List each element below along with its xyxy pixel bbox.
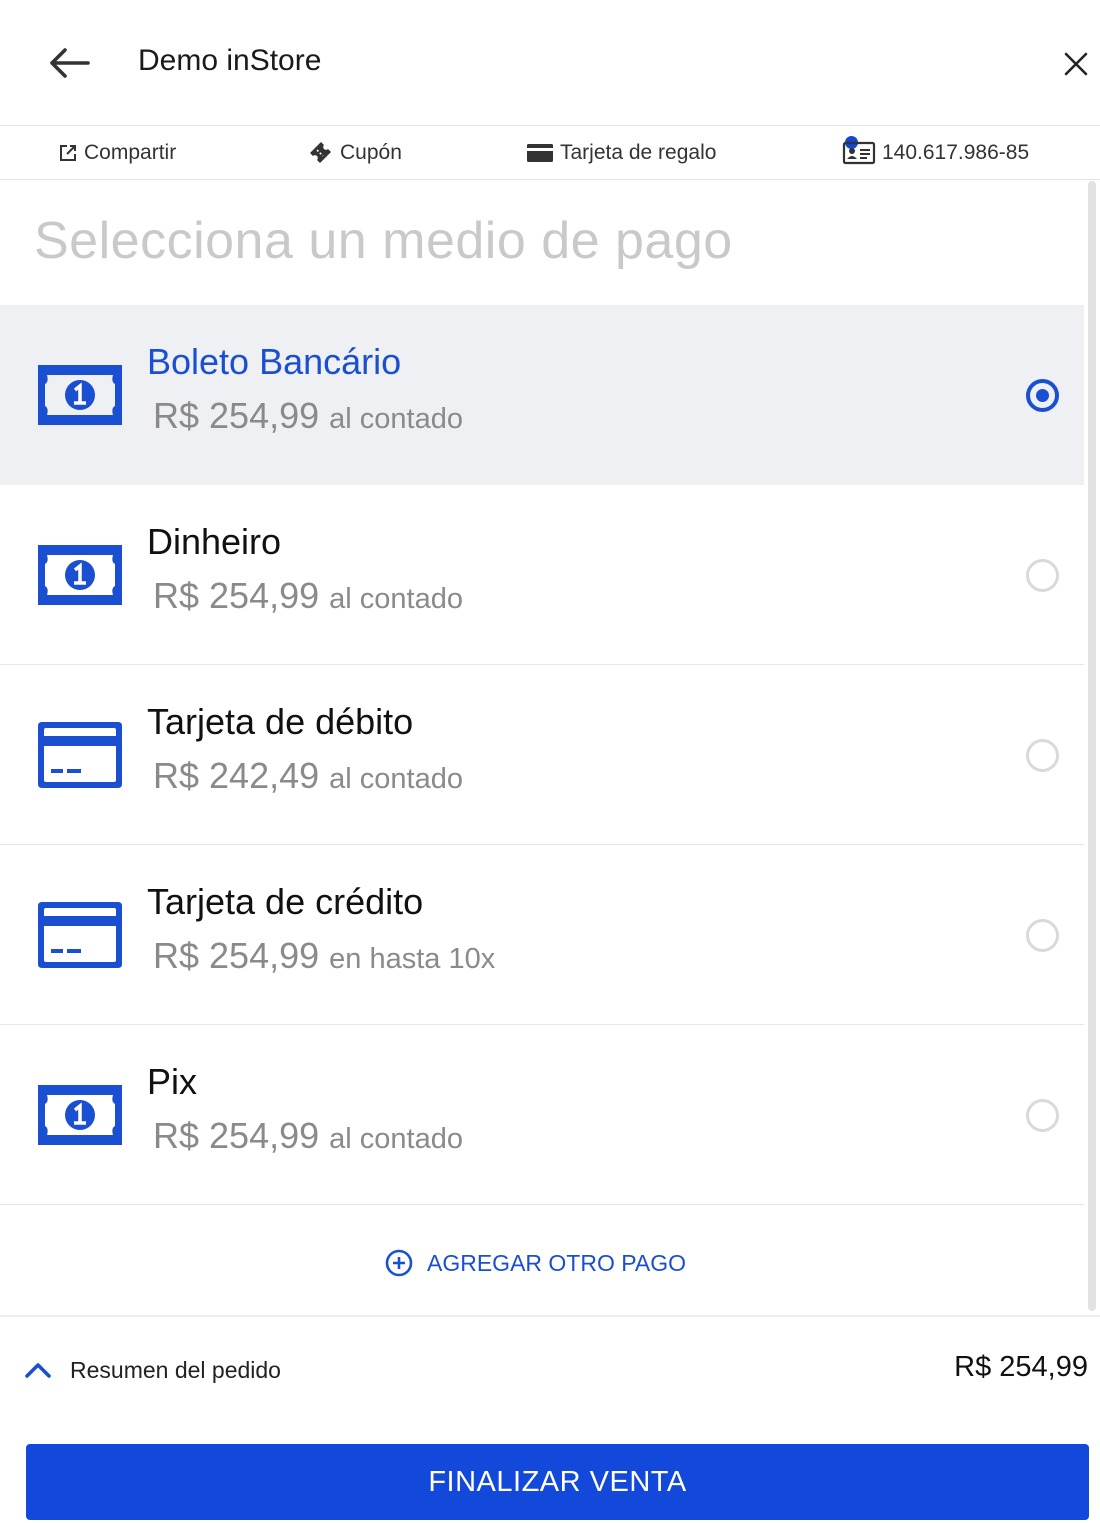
back-button[interactable] [44,40,94,86]
radio-unselected[interactable] [1026,739,1059,772]
external-link-icon [60,145,76,161]
order-summary-label: Resumen del pedido [70,1356,281,1383]
method-price: R$ 254,99 [153,395,320,436]
method-name: Dinheiro [147,521,282,562]
method-terms: al contado [329,583,463,615]
add-payment-label: AGREGAR OTRO PAGO [427,1249,686,1276]
share-label: Compartir [84,141,177,164]
page-title: Demo inStore [138,44,322,77]
method-name: Boleto Bancário [147,341,402,382]
method-price-line: R$ 242,49 al contado [153,755,463,797]
method-terms: al contado [329,1123,463,1155]
payment-method-boleto[interactable]: Boleto Bancário R$ 254,99 al contado [0,305,1084,485]
client-id-button[interactable]: 140.617.986-85 [842,127,1029,179]
method-price: R$ 254,99 [153,575,320,616]
cash-icon [38,1085,122,1145]
action-toolbar: Compartir Cupón Tarjeta de regalo 140.61… [0,127,1100,180]
radio-unselected[interactable] [1026,919,1059,952]
method-price: R$ 254,99 [153,1115,320,1156]
ticket-icon [310,142,331,163]
payment-method-dinheiro[interactable]: Dinheiro R$ 254,99 al contado [0,485,1084,665]
gift-card-button[interactable]: Tarjeta de regalo [526,127,716,179]
method-name: Pix [147,1061,198,1102]
coupon-label: Cupón [340,141,402,164]
payment-method-list: Boleto Bancário R$ 254,99 al contado Dinh… [0,305,1084,1205]
coupon-button[interactable]: Cupón [308,127,402,179]
finalize-sale-button[interactable]: FINALIZAR VENTA [26,1444,1089,1520]
method-terms: en hasta 10x [329,943,496,975]
payment-content: Selecciona un medio de pago Boleto Bancá… [0,181,1100,1314]
scrollbar-thumb[interactable] [1088,181,1096,1311]
method-name: Tarjeta de crédito [147,881,424,922]
radio-unselected[interactable] [1026,1099,1059,1132]
cash-icon [38,545,122,605]
add-payment-button[interactable]: AGREGAR OTRO PAGO [385,1246,686,1280]
plus-circle-icon [385,1249,413,1277]
checkout-footer: Resumen del pedido R$ 254,99 FINALIZAR V… [0,1315,1100,1523]
payment-method-pix[interactable]: Pix R$ 254,99 al contado [0,1025,1084,1205]
method-price: R$ 254,99 [153,935,320,976]
chevron-up-icon [25,1363,51,1378]
method-name: Tarjeta de débito [147,701,414,742]
arrow-left-icon [50,48,90,78]
method-price: R$ 242,49 [153,755,320,796]
method-terms: al contado [329,403,463,435]
cash-icon [38,365,122,425]
app-header: Demo inStore [0,0,1100,126]
order-summary-toggle[interactable]: Resumen del pedido [24,1353,281,1387]
credit-card-icon [38,722,122,788]
close-button[interactable] [1056,44,1096,84]
section-heading: Selecciona un medio de pago [34,212,733,270]
card-icon [527,144,553,162]
method-price-line: R$ 254,99 al contado [153,575,463,617]
close-icon [1064,52,1088,76]
payment-method-credit-card[interactable]: Tarjeta de crédito R$ 254,99 en hasta 10x [0,845,1084,1025]
share-button[interactable]: Compartir [58,127,176,179]
method-price-line: R$ 254,99 en hasta 10x [153,935,495,977]
gift-card-label: Tarjeta de regalo [560,141,717,164]
radio-selected[interactable] [1026,379,1059,412]
credit-card-icon [38,902,122,968]
id-card-icon [842,141,876,165]
client-id: 140.617.986-85 [882,141,1030,164]
scrollbar[interactable] [1084,181,1100,1314]
method-terms: al contado [329,763,463,795]
radio-unselected[interactable] [1026,559,1059,592]
method-price-line: R$ 254,99 al contado [153,1115,463,1157]
method-price-line: R$ 254,99 al contado [153,395,463,437]
order-total: R$ 254,99 [954,1351,1088,1383]
payment-method-debit-card[interactable]: Tarjeta de débito R$ 242,49 al contado [0,665,1084,845]
